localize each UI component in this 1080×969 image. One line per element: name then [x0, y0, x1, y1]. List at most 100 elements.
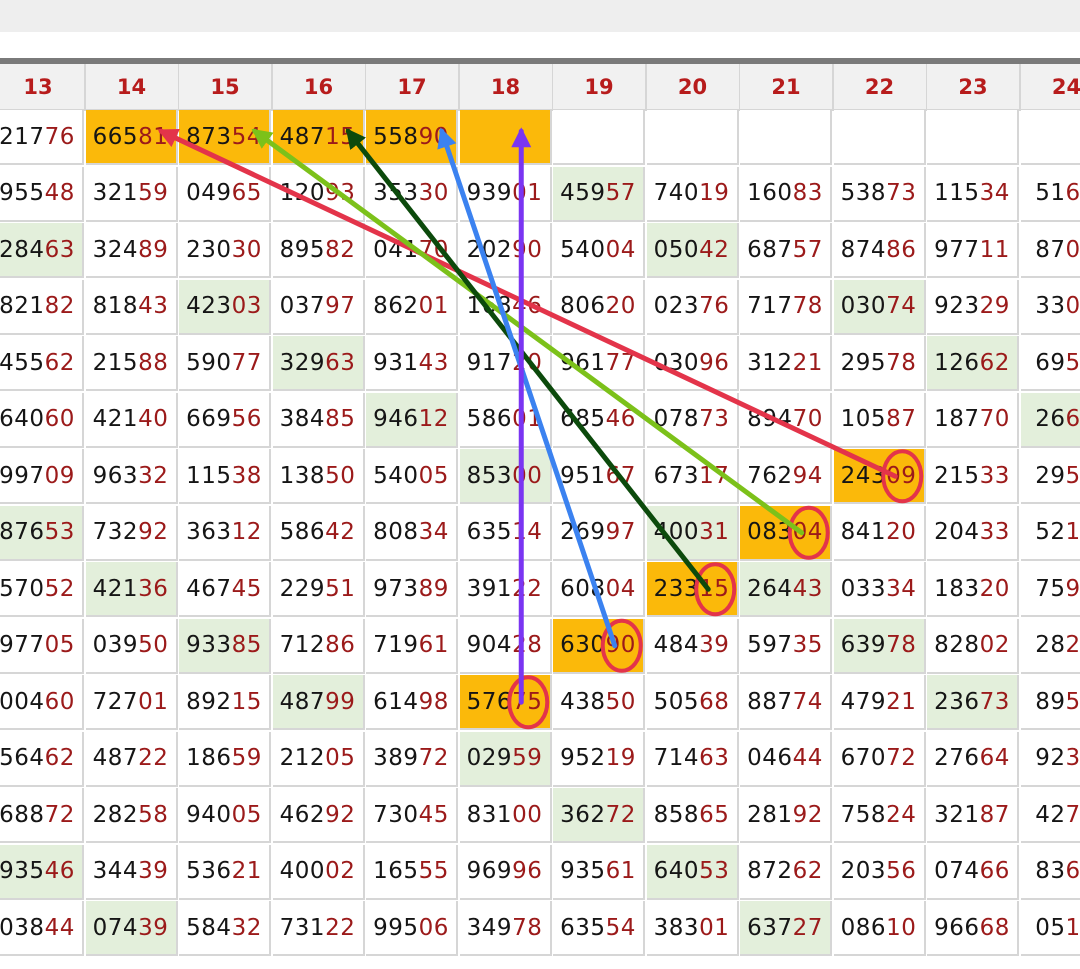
number-prefix: 977 [934, 236, 980, 263]
number-cell: 2825 [1020, 618, 1080, 674]
number-last-digits: 46 [44, 858, 75, 884]
number-cell: 758 24 [833, 788, 926, 843]
number-prefix: 295 [840, 349, 887, 376]
number-prefix: 92 [1035, 745, 1066, 771]
number-cell: 637 27 [740, 901, 832, 956]
number-cell: 165 55 [366, 844, 458, 900]
number-cell: 904 28 [459, 618, 552, 674]
number-last-digits: 12 [231, 519, 262, 545]
number-cell: 400 31 [646, 505, 739, 561]
number-prefix: 717 [747, 293, 793, 319]
number-prefix: 966 [934, 914, 980, 941]
number-last-digits: 09 [886, 462, 917, 489]
number-last-digits: 33 [979, 519, 1010, 545]
number-prefix: 946 [373, 406, 419, 432]
column-header: 23 [927, 64, 1021, 111]
number-cell: 762 94 [740, 449, 832, 504]
number-cell: 719 61 [366, 618, 458, 674]
number-prefix: 997 [0, 462, 45, 489]
number-last-digits: 72 [886, 745, 917, 771]
column-header: 21 [740, 64, 834, 111]
number-prefix: 894 [747, 406, 793, 432]
number-cell: 282 58 [85, 788, 178, 843]
number-prefix: 570 [0, 575, 45, 602]
number-prefix: 841 [840, 519, 887, 545]
number-last-digits: 45 [231, 575, 262, 602]
number-last-digits: 00 [512, 801, 543, 828]
number-last-digits: 14 [512, 519, 543, 545]
number-last-digits: 62 [979, 349, 1010, 376]
column-header: 16 [272, 64, 367, 111]
number-prefix: 576 [466, 688, 513, 715]
number-prefix: 362 [560, 801, 606, 828]
number-last-digits: 58 [138, 801, 169, 828]
number-prefix: 038 [0, 914, 45, 941]
number-last-digits: 01 [512, 406, 543, 432]
number-prefix: 540 [560, 236, 606, 263]
number-prefix: 479 [840, 688, 887, 715]
number-last-digits: 32 [138, 462, 169, 489]
number-prefix: 806 [560, 293, 606, 319]
number-last-digits: 28 [512, 632, 543, 658]
number-prefix: 590 [186, 349, 232, 376]
number-prefix: 203 [840, 858, 887, 884]
number-cell: 467 45 [179, 562, 271, 617]
number-cell: 740 19 [646, 166, 739, 222]
number-cell: 212 05 [272, 731, 365, 787]
number-prefix: 389 [373, 745, 419, 771]
number-cell: 074 39 [85, 901, 178, 956]
number-prefix: 952 [560, 745, 606, 771]
number-cell: 115 38 [179, 449, 271, 504]
number-prefix: 212 [279, 745, 326, 771]
number-last-digits: 22 [512, 575, 543, 602]
number-last-digits: 56 [1065, 349, 1080, 376]
number-last-digits: 12 [418, 406, 449, 432]
number-last-digits: 29 [979, 293, 1010, 319]
number-cell: 538 73 [833, 166, 926, 222]
number-prefix: 538 [840, 180, 887, 206]
number-last-digits: 88 [138, 349, 169, 376]
number-prefix: 874 [840, 236, 887, 263]
number-prefix: 614 [373, 688, 419, 715]
number-prefix: 584 [186, 914, 232, 941]
number-last-digits: 85 [325, 406, 356, 432]
number-cell: 050 42 [646, 223, 739, 278]
number-prefix: 312 [747, 349, 793, 376]
number-prefix: 961 [560, 349, 606, 376]
number-cell: 168 46 [459, 279, 552, 335]
number-prefix: 078 [653, 406, 700, 432]
number-last-digits: 05 [231, 801, 262, 828]
number-cell: 876 53 [0, 505, 84, 561]
number-last-digits: 56 [231, 406, 262, 432]
number-cell: 665 81 [85, 110, 178, 165]
number-prefix: 87 [1035, 236, 1066, 263]
number-cell: 590 77 [179, 336, 271, 391]
number-last-digits: 53 [699, 858, 730, 884]
number-last-digits: 05 [418, 462, 449, 489]
number-cell [833, 110, 926, 165]
number-prefix: 215 [934, 462, 980, 489]
number-last-digits: 19 [699, 180, 730, 206]
number-prefix: 400 [279, 858, 326, 884]
number-prefix: 831 [466, 801, 513, 828]
column-header: 17 [366, 64, 460, 111]
number-cell: 614 98 [366, 675, 458, 730]
number-cell: 269 97 [553, 505, 645, 561]
number-prefix: 400 [653, 519, 700, 545]
number-cell: 670 72 [833, 731, 926, 787]
number-last-digits: 20 [886, 519, 917, 545]
number-last-digits: 86 [886, 236, 917, 263]
number-last-digits: 20 [512, 349, 543, 376]
number-prefix: 540 [373, 462, 419, 489]
number-last-digits: 39 [138, 914, 169, 941]
number-cell: 329 63 [272, 336, 365, 391]
number-prefix: 933 [186, 632, 232, 658]
number-cell: 963 32 [85, 449, 178, 504]
number-cell: 818 43 [85, 279, 178, 335]
number-cell: 276 64 [927, 731, 1019, 787]
number-last-digits: 56 [886, 858, 917, 884]
number-last-digits: 01 [138, 688, 169, 715]
number-cell: 558 90 [366, 110, 458, 165]
number-last-digits: 92 [792, 801, 823, 828]
number-last-digits: 54 [231, 123, 262, 150]
